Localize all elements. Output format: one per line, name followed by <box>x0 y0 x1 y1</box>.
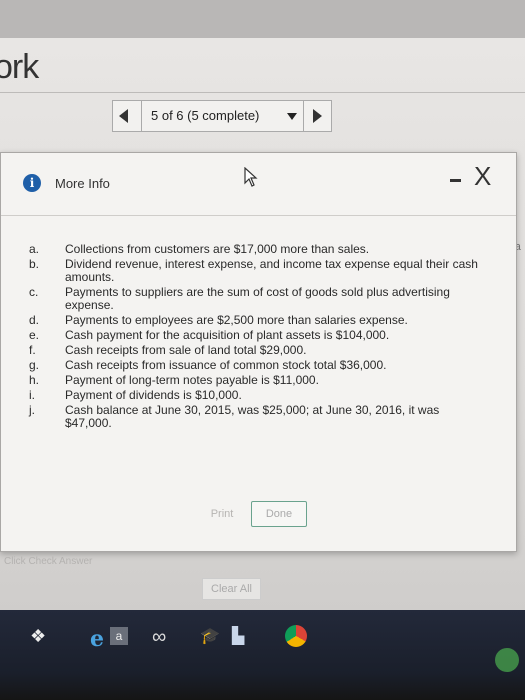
list-item: b. Dividend revenue, interest expense, a… <box>29 258 489 284</box>
item-letter: d. <box>29 313 40 327</box>
header-divider <box>0 92 525 93</box>
mouse-cursor-icon <box>244 167 258 187</box>
a-app-icon[interactable]: a <box>110 627 128 645</box>
item-text: Collections from customers are $17,000 m… <box>65 242 370 256</box>
item-letter: f. <box>29 343 36 357</box>
item-letter: h. <box>29 373 40 387</box>
clear-all-button[interactable]: Clear All <box>202 578 261 600</box>
list-item: f. Cash receipts from sale of land total… <box>29 344 489 357</box>
dropbox-icon[interactable]: ❖ <box>30 626 54 646</box>
item-letter: c. <box>29 285 39 299</box>
more-info-dialog: i More Info X a. Collections from custom… <box>0 152 517 552</box>
pager-divider-right <box>303 101 304 131</box>
item-text: Dividend revenue, interest expense, and … <box>65 257 478 284</box>
infinity-icon[interactable]: ∞ <box>152 626 176 648</box>
list-item: h. Payment of long-term notes payable is… <box>29 374 489 387</box>
list-item: a. Collections from customers are $17,00… <box>29 243 489 256</box>
item-text: Cash balance at June 30, 2015, was $25,0… <box>65 403 440 430</box>
item-text: Payment of dividends is $10,000. <box>65 388 242 402</box>
item-letter: i. <box>29 388 35 402</box>
close-button[interactable]: X <box>474 163 491 189</box>
question-pager: 5 of 6 (5 complete) <box>112 100 332 132</box>
question-progress-label[interactable]: 5 of 6 (5 complete) <box>151 108 259 123</box>
dialog-title: More Info <box>55 176 110 191</box>
minimize-icon <box>450 179 461 182</box>
info-list: a. Collections from customers are $17,00… <box>29 243 489 432</box>
item-text: Cash payment for the acquisition of plan… <box>65 328 390 342</box>
item-text: Payment of long-term notes payable is $1… <box>65 373 319 387</box>
item-text: Cash receipts from sale of land total $2… <box>65 343 307 357</box>
taskbar: ❖ e a ∞ 🎓 ▙ <box>0 610 525 700</box>
pager-divider-left <box>141 101 142 131</box>
info-icon: i <box>23 174 41 192</box>
dialog-header: i More Info X <box>1 153 516 216</box>
item-letter: a. <box>29 242 40 256</box>
graduation-cap-icon[interactable]: 🎓 <box>200 626 224 646</box>
print-button[interactable]: Print <box>200 501 244 527</box>
list-item: e. Cash payment for the acquisition of p… <box>29 329 489 342</box>
list-item: c. Payments to suppliers are the sum of … <box>29 286 489 312</box>
item-text: Cash receipts from issuance of common st… <box>65 358 387 372</box>
item-text: Payments to suppliers are the sum of cos… <box>65 285 450 312</box>
item-letter: j. <box>29 403 35 417</box>
next-question-button[interactable] <box>313 109 322 123</box>
check-answer-hint: Click Check Answer <box>4 556 93 567</box>
previous-question-button[interactable] <box>119 109 128 123</box>
app-title: ork <box>0 48 39 86</box>
minimize-button[interactable] <box>445 163 465 183</box>
chrome-icon[interactable] <box>285 625 307 647</box>
item-text: Payments to employees are $2,500 more th… <box>65 313 408 327</box>
list-item: i. Payment of dividends is $10,000. <box>29 389 489 402</box>
green-app-icon[interactable] <box>495 648 519 672</box>
book-icon[interactable]: ▙ <box>232 626 256 646</box>
list-item: j. Cash balance at June 30, 2015, was $2… <box>29 404 489 430</box>
item-letter: b. <box>29 257 40 271</box>
browser-top-bar <box>0 0 525 38</box>
list-item: g. Cash receipts from issuance of common… <box>29 359 489 372</box>
item-letter: g. <box>29 358 40 372</box>
item-letter: e. <box>29 328 40 342</box>
list-item: d. Payments to employees are $2,500 more… <box>29 314 489 327</box>
chevron-down-icon[interactable] <box>287 113 297 120</box>
done-button[interactable]: Done <box>251 501 307 527</box>
